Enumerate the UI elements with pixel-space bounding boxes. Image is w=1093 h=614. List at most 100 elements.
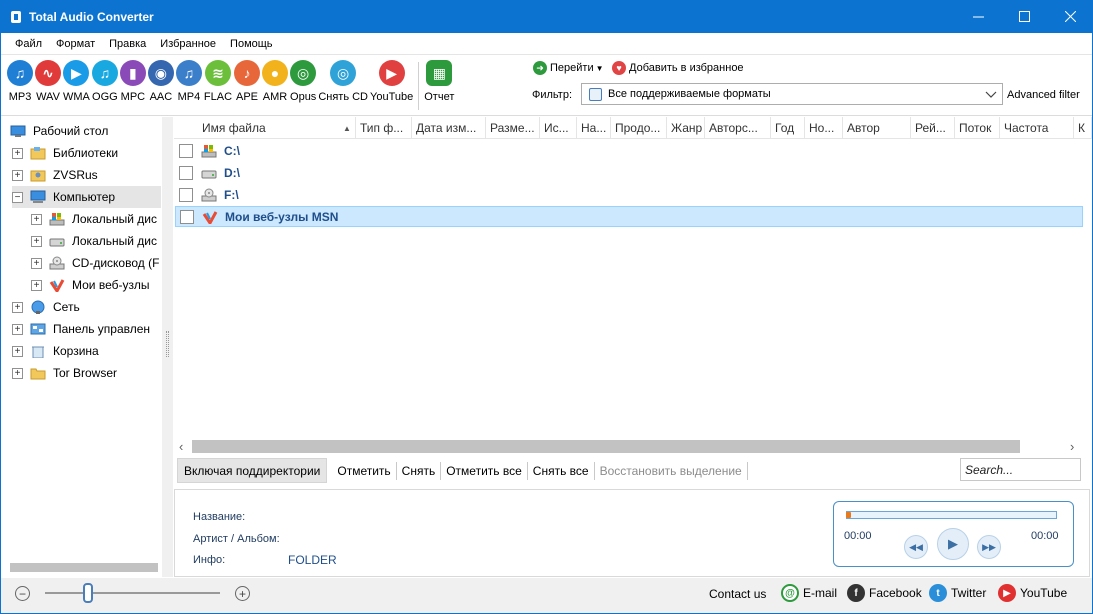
format-button-ogg[interactable]: ♫ OGG <box>91 60 118 110</box>
rewind-button[interactable]: ◀◀ <box>904 535 928 559</box>
close-button[interactable] <box>1047 0 1093 33</box>
tree-item-0[interactable]: Рабочий стол <box>10 120 159 142</box>
format-button-wma[interactable]: ▶ WMA <box>63 60 90 110</box>
format-button-amr[interactable]: ● AMR <box>262 60 289 110</box>
tree-item-3[interactable]: − Компьютер <box>12 186 161 208</box>
check-all-button[interactable]: Отметить все <box>441 461 528 480</box>
check-button[interactable]: Отметить <box>332 461 397 480</box>
expand-icon[interactable]: + <box>12 147 23 159</box>
tree-item-2[interactable]: + ZVSRus <box>12 164 161 186</box>
play-button[interactable]: ▶ <box>937 528 969 560</box>
file-row[interactable]: Мои веб-узлы MSN <box>175 206 1083 227</box>
filter-dropdown[interactable]: Все поддерживаемые форматы <box>581 83 1003 105</box>
report-button[interactable]: ▦ Отчет <box>424 60 454 110</box>
goto-button[interactable]: ➜ Перейти ▼ <box>533 61 604 75</box>
column-header-10[interactable]: Но... <box>805 117 843 139</box>
menu-item-4[interactable]: Помощь <box>223 38 280 50</box>
menu-item-1[interactable]: Формат <box>49 38 102 50</box>
collapse-icon[interactable]: − <box>12 191 23 203</box>
format-button-opus[interactable]: ◎ Opus <box>290 60 316 110</box>
column-header-7[interactable]: Жанр <box>667 117 705 139</box>
expand-icon[interactable]: + <box>31 279 42 291</box>
tree-horizontal-scrollbar[interactable] <box>8 559 158 575</box>
column-header-5[interactable]: На... <box>577 117 611 139</box>
tree-scroll-thumb[interactable] <box>10 563 158 572</box>
email-link[interactable]: @ E-mail <box>781 584 837 602</box>
menu-item-3[interactable]: Избранное <box>153 38 223 50</box>
search-input[interactable]: Search... <box>960 458 1081 481</box>
add-favorite-button[interactable]: ♥ Добавить в избранное <box>612 61 744 75</box>
format-button-снять-cd[interactable]: ◎ Снять CD <box>318 60 368 110</box>
column-header-13[interactable]: Поток <box>955 117 1000 139</box>
column-header-12[interactable]: Рей... <box>911 117 955 139</box>
progress-handle-icon[interactable] <box>846 512 851 518</box>
maximize-button[interactable] <box>1001 0 1047 33</box>
facebook-link[interactable]: f Facebook <box>847 584 922 602</box>
column-header-11[interactable]: Автор <box>843 117 911 139</box>
column-header-15[interactable]: К <box>1074 117 1092 139</box>
tree-item-10[interactable]: + Корзина <box>12 340 161 362</box>
include-subdirs-button[interactable]: Включая поддиректории <box>177 458 328 483</box>
zoom-out-button[interactable]: − <box>15 586 30 601</box>
zoom-slider-track[interactable] <box>45 592 220 594</box>
column-header-1[interactable]: Тип ф... <box>356 117 412 139</box>
column-header-14[interactable]: Частота <box>1000 117 1074 139</box>
tree-item-7[interactable]: + Мои веб-узлы <box>31 274 161 296</box>
expand-icon[interactable]: + <box>31 235 42 247</box>
advanced-filter-link[interactable]: Advanced filter <box>1007 89 1080 101</box>
scroll-right-icon[interactable]: › <box>1070 439 1074 454</box>
menu-item-0[interactable]: Файл <box>1 38 49 50</box>
column-header-9[interactable]: Год <box>771 117 805 139</box>
file-checkbox[interactable] <box>179 187 193 202</box>
tree-item-1[interactable]: + Библиотеки <box>12 142 161 164</box>
uncheck-all-button[interactable]: Снять все <box>528 461 595 480</box>
format-button-mp3[interactable]: ♫ MP3 <box>7 60 33 110</box>
fast-forward-button[interactable]: ▶▶ <box>977 535 1001 559</box>
file-list-horizontal-scrollbar[interactable]: ‹ › <box>174 438 1092 455</box>
expand-icon[interactable]: + <box>12 367 23 379</box>
tree-item-8[interactable]: + Сеть <box>12 296 161 318</box>
file-checkbox[interactable] <box>180 209 194 224</box>
tree-item-9[interactable]: + Панель управлен <box>12 318 161 340</box>
file-row[interactable]: D:\ <box>175 162 1083 183</box>
expand-icon[interactable]: + <box>31 213 42 225</box>
file-list-scroll-thumb[interactable] <box>192 440 1020 453</box>
column-header-6[interactable]: Продо... <box>611 117 667 139</box>
tree-item-4[interactable]: + Локальный дис <box>31 208 161 230</box>
column-header-4[interactable]: Ис... <box>540 117 577 139</box>
zoom-in-button[interactable]: + <box>235 586 250 601</box>
format-button-wav[interactable]: ∿ WAV <box>35 60 61 110</box>
uncheck-button[interactable]: Снять <box>397 461 442 480</box>
format-button-aac[interactable]: ◉ AAC <box>147 60 174 110</box>
file-checkbox[interactable] <box>179 165 193 180</box>
restore-selection-button[interactable]: Восстановить выделение <box>595 461 748 480</box>
tree-item-6[interactable]: + CD-дисковод (F <box>31 252 161 274</box>
expand-icon[interactable]: + <box>12 323 23 335</box>
file-row[interactable]: C:\ <box>175 140 1083 161</box>
format-button-youtube[interactable]: ▶ YouTube <box>370 60 413 110</box>
expand-icon[interactable]: + <box>12 345 23 357</box>
panel-splitter[interactable] <box>162 117 173 577</box>
twitter-link[interactable]: t Twitter <box>929 584 986 602</box>
expand-icon[interactable]: + <box>12 169 23 181</box>
scroll-left-icon[interactable]: ‹ <box>179 439 183 454</box>
minimize-button[interactable] <box>955 0 1001 33</box>
file-checkbox[interactable] <box>179 143 193 158</box>
column-header-0[interactable]: Имя файла ▲ <box>174 117 356 139</box>
tree-item-5[interactable]: + Локальный дис <box>31 230 161 252</box>
menu-item-2[interactable]: Правка <box>102 38 153 50</box>
youtube-link[interactable]: ▶ YouTube <box>998 584 1067 602</box>
tree-item-11[interactable]: + Tor Browser <box>12 362 161 384</box>
file-row[interactable]: F:\ <box>175 184 1083 205</box>
format-button-ape[interactable]: ♪ APE <box>234 60 261 110</box>
column-header-8[interactable]: Авторс... <box>705 117 771 139</box>
column-header-2[interactable]: Дата изм... <box>412 117 486 139</box>
format-button-flac[interactable]: ≋ FLAC <box>204 60 232 110</box>
playback-progress[interactable] <box>846 511 1057 519</box>
format-button-mpc[interactable]: ▮ MPC <box>119 60 146 110</box>
expand-icon[interactable]: + <box>12 301 23 313</box>
column-header-3[interactable]: Разме... <box>486 117 540 139</box>
format-button-mp4[interactable]: ♫ MP4 <box>175 60 202 110</box>
expand-icon[interactable]: + <box>31 257 42 269</box>
zoom-slider-thumb[interactable] <box>83 583 93 603</box>
